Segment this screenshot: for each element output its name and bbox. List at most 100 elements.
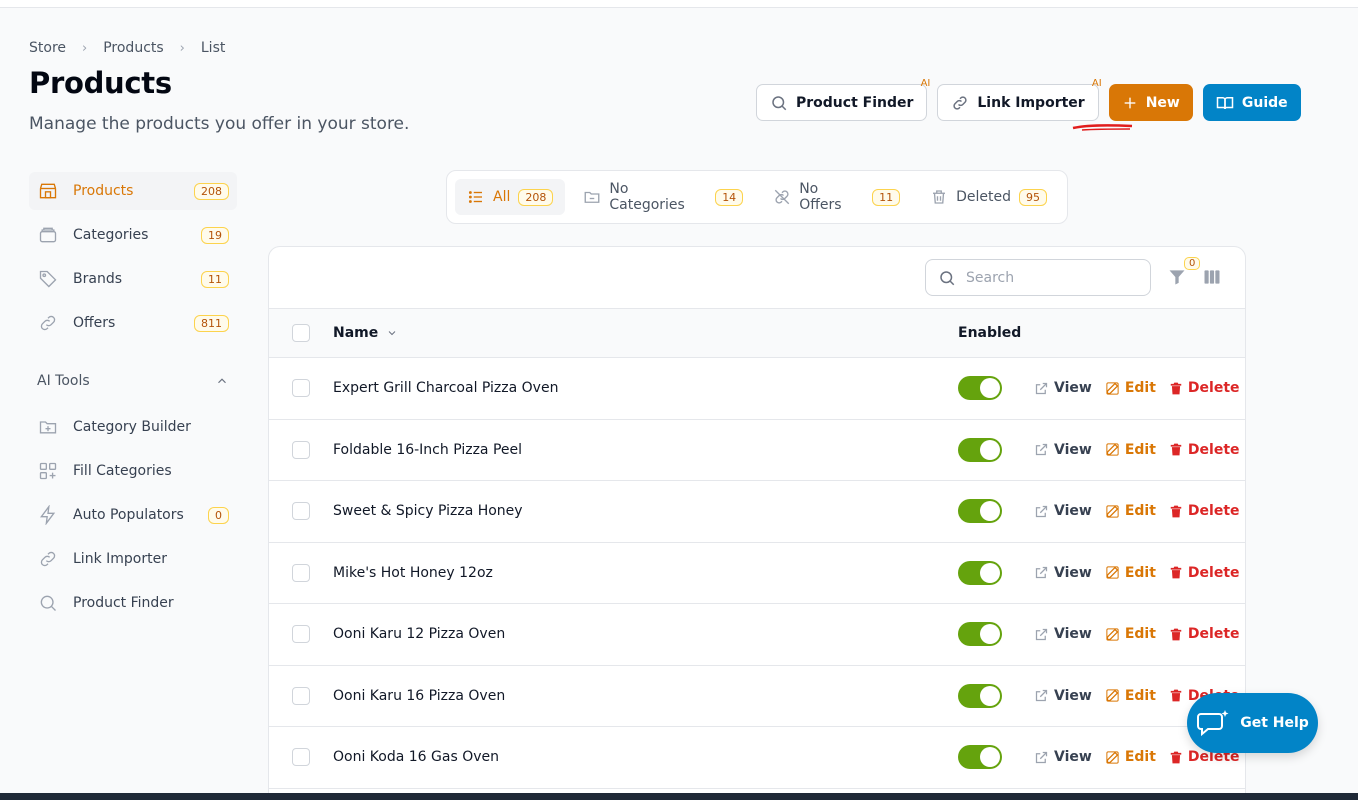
delete-button[interactable]: Delete [1169,442,1240,458]
product-name[interactable]: Sweet & Spicy Pizza Honey [333,503,523,519]
tab-no-categories[interactable]: No Categories 14 [571,179,755,215]
search-icon [772,95,787,110]
product-name[interactable]: Ooni Koda 16 Gas Oven [333,749,499,765]
sidebar-item-products[interactable]: Products 208 [29,172,237,210]
breadcrumb-store[interactable]: Store [29,40,66,56]
folder-plus-icon [37,416,59,438]
count-badge: 95 [1019,188,1047,206]
edit-button[interactable]: Edit [1105,688,1156,704]
tab-label: No Categories [609,181,685,213]
view-button[interactable]: View [1034,503,1092,519]
product-name[interactable]: Foldable 16-Inch Pizza Peel [333,442,522,458]
product-finder-button[interactable]: Product Finder AI [756,78,930,121]
sidebar-item-link-importer[interactable]: Link Importer [29,540,237,578]
sidebar-item-categories[interactable]: Categories 19 [29,216,237,254]
search-icon [940,270,955,285]
edit-button[interactable]: Edit [1105,380,1156,396]
delete-button[interactable]: Delete [1169,503,1240,519]
delete-label: Delete [1187,626,1240,643]
view-button[interactable]: View [1034,565,1092,581]
sidebar-item-category-builder[interactable]: Category Builder [29,408,237,446]
external-link-icon [1035,751,1048,763]
edit-label: Edit [1124,687,1156,704]
delete-label: Delete [1187,564,1240,581]
sidebar-item-product-finder[interactable]: Product Finder [29,584,237,622]
page-title: Products [29,66,172,100]
columns-icon[interactable] [1202,267,1222,291]
sidebar-item-label: Products [73,183,134,199]
count-badge: 208 [518,188,554,206]
enabled-toggle[interactable] [958,499,1002,524]
row-checkbox[interactable] [292,748,310,767]
store-icon [37,180,59,202]
trash-icon [1170,751,1182,764]
filter-icon[interactable] [1167,267,1187,291]
view-button[interactable]: View [1034,380,1092,396]
row-checkbox[interactable] [292,440,310,459]
chevron-down-icon [388,331,396,336]
view-button[interactable]: View [1034,626,1092,642]
count-badge: 19 [201,226,229,244]
enabled-toggle[interactable] [958,560,1002,585]
tag-icon [37,268,59,290]
ai-tools-group-toggle[interactable]: AI Tools [29,366,237,396]
delete-button[interactable]: Delete [1169,380,1240,396]
delete-button[interactable]: Delete [1169,626,1240,642]
sidebar-item-brands[interactable]: Brands 11 [29,260,237,298]
enabled-toggle[interactable] [958,437,1002,462]
external-link-icon [1035,567,1048,579]
row-checkbox[interactable] [292,502,310,521]
table-row: Ooni Koda 16 Gas Oven View Edit Delete [269,727,1245,789]
sidebar-item-auto-populators[interactable]: Auto Populators 0 [29,496,237,534]
select-all-checkbox[interactable] [292,324,310,342]
tab-no-offers[interactable]: No Offers 11 [761,179,912,215]
trash-icon [1170,382,1182,395]
enabled-toggle[interactable] [958,745,1002,770]
product-name[interactable]: Ooni Karu 16 Pizza Oven [333,688,505,704]
row-checkbox[interactable] [292,625,310,644]
folder-minus-icon [583,188,601,206]
product-name[interactable]: Expert Grill Charcoal Pizza Oven [333,380,558,396]
get-help-button[interactable]: Get Help [1187,693,1318,753]
product-name[interactable]: Ooni Karu 12 Pizza Oven [333,626,505,642]
edit-button[interactable]: Edit [1105,503,1156,519]
tab-deleted[interactable]: Deleted 95 [918,179,1059,215]
edit-button[interactable]: Edit [1105,626,1156,642]
search-input[interactable] [966,269,1136,286]
trash-icon [1170,689,1182,702]
sidebar-item-fill-categories[interactable]: Fill Categories [29,452,237,490]
edit-button[interactable]: Edit [1105,749,1156,765]
enabled-toggle[interactable] [958,683,1002,708]
view-button[interactable]: View [1034,442,1092,458]
row-checkbox[interactable] [292,563,310,582]
row-checkbox[interactable] [292,379,310,398]
search-box[interactable] [925,259,1151,296]
enabled-toggle[interactable] [958,622,1002,647]
tab-all[interactable]: All 208 [455,179,566,215]
edit-button[interactable]: Edit [1105,442,1156,458]
external-link-icon [1035,505,1048,517]
sidebar-item-offers[interactable]: Offers 811 [29,304,237,342]
view-button[interactable]: View [1034,749,1092,765]
view-label: View [1054,749,1092,766]
search-icon [37,592,59,614]
link-importer-button[interactable]: Link Importer AI [937,78,1102,121]
breadcrumb-products[interactable]: Products [103,40,163,56]
count-badge: 14 [715,188,744,206]
external-link-icon [1035,444,1048,456]
new-button[interactable]: New [1108,84,1193,121]
edit-button[interactable]: Edit [1105,565,1156,581]
taskbar-strip [0,793,1358,800]
enabled-toggle[interactable] [958,376,1002,401]
column-header-name[interactable]: Name [333,325,398,341]
link-importer-label: Link Importer [977,94,1085,111]
view-button[interactable]: View [1034,688,1092,704]
delete-button[interactable]: Delete [1169,565,1240,581]
table-row: Sweet & Spicy Pizza Honey View Edit Dele… [269,481,1245,543]
product-name[interactable]: Mike's Hot Honey 12oz [333,565,493,581]
row-checkbox[interactable] [292,686,310,705]
count-badge: 11 [201,270,229,288]
edit-label: Edit [1124,749,1156,766]
row-actions: View Edit Delete [1034,380,1240,396]
guide-button[interactable]: Guide [1202,84,1301,121]
